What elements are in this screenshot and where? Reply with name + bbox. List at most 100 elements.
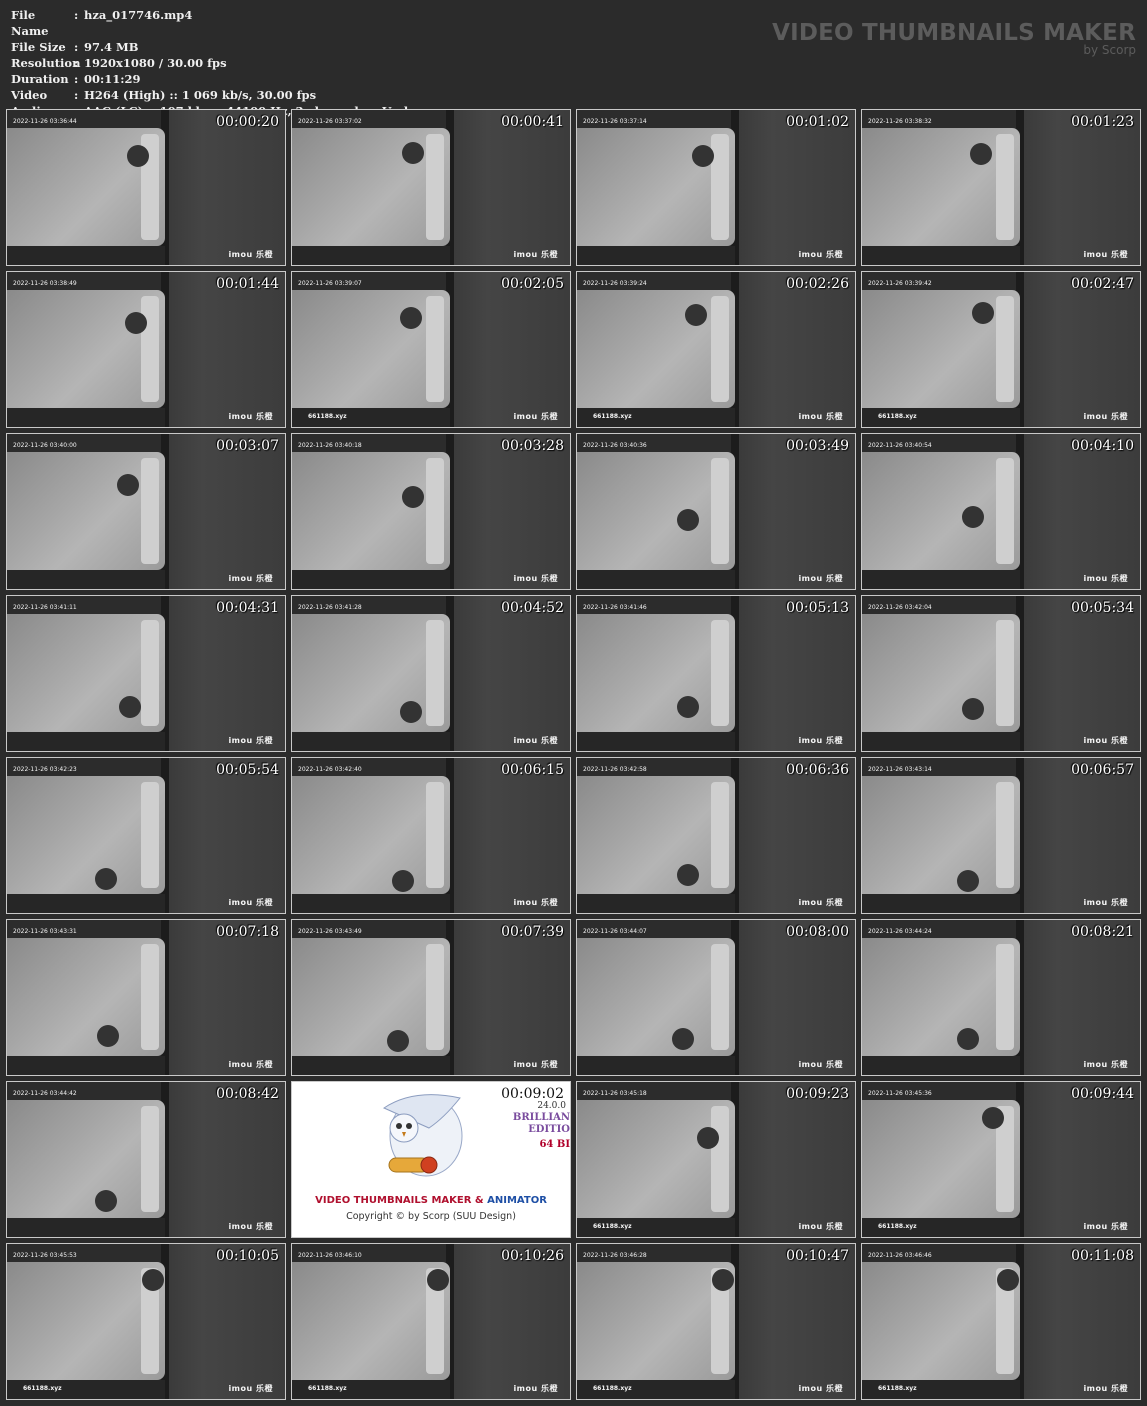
- video-thumbnail[interactable]: 2022-11-26 03:42:23 00:05:54 imou 乐橙: [6, 757, 286, 914]
- video-thumbnail[interactable]: 2022-11-26 03:45:53 00:10:05 imou 乐橙 661…: [6, 1243, 286, 1400]
- timestamp: 00:07:39: [501, 924, 564, 940]
- video-thumbnail[interactable]: 2022-11-26 03:38:49 00:01:44 imou 乐橙: [6, 271, 286, 428]
- watermark: 661188.xyz: [878, 413, 917, 420]
- video-thumbnail[interactable]: 2022-11-26 03:43:31 00:07:18 imou 乐橙: [6, 919, 286, 1076]
- video-thumbnail[interactable]: 2022-11-26 03:41:46 00:05:13 imou 乐橙: [576, 595, 856, 752]
- video-thumbnail[interactable]: 2022-11-26 03:40:54 00:04:10 imou 乐橙: [861, 433, 1141, 590]
- camera-timestamp: 2022-11-26 03:42:40: [298, 766, 362, 773]
- camera-brand: imou 乐橙: [513, 250, 558, 259]
- floor: [577, 732, 735, 751]
- floor: [292, 732, 450, 751]
- camera-timestamp: 2022-11-26 03:37:02: [298, 118, 362, 125]
- person-silhouette: [712, 1269, 734, 1291]
- wall: [1022, 434, 1140, 589]
- person-silhouette: [392, 870, 414, 892]
- floor: [292, 1056, 450, 1075]
- timestamp: 00:08:21: [1071, 924, 1134, 940]
- wall: [452, 434, 570, 589]
- wall: [452, 110, 570, 265]
- meta-key: Duration: [11, 72, 69, 86]
- floor: [7, 1218, 165, 1237]
- video-thumbnail[interactable]: 2022-11-26 03:39:42 00:02:47 imou 乐橙 661…: [861, 271, 1141, 428]
- video-thumbnail[interactable]: 2022-11-26 03:37:14 00:01:02 imou 乐橙: [576, 109, 856, 266]
- person-silhouette: [142, 1269, 164, 1291]
- bed: [577, 452, 735, 570]
- floor: [292, 894, 450, 913]
- bed: [577, 776, 735, 894]
- video-thumbnail[interactable]: 2022-11-26 03:42:04 00:05:34 imou 乐橙: [861, 595, 1141, 752]
- meta-key: Resolution: [11, 56, 81, 70]
- bed: [862, 128, 1020, 246]
- camera-timestamp: 2022-11-26 03:45:36: [868, 1090, 932, 1097]
- video-thumbnail[interactable]: 2022-11-26 03:37:02 00:00:41 imou 乐橙: [291, 109, 571, 266]
- video-thumbnail[interactable]: 2022-11-26 03:39:24 00:02:26 imou 乐橙 661…: [576, 271, 856, 428]
- camera-brand: imou 乐橙: [1083, 898, 1128, 907]
- wall: [1022, 272, 1140, 427]
- wall: [737, 758, 855, 913]
- timestamp: 00:03:28: [501, 438, 564, 454]
- video-thumbnail[interactable]: 2022-11-26 03:46:46 00:11:08 imou 乐橙 661…: [861, 1243, 1141, 1400]
- video-thumbnail[interactable]: 2022-11-26 03:43:14 00:06:57 imou 乐橙: [861, 757, 1141, 914]
- floor: [577, 246, 735, 265]
- video-thumbnail[interactable]: 2022-11-26 03:46:28 00:10:47 imou 乐橙 661…: [576, 1243, 856, 1400]
- promo-title-part: VIDEO THUMBNAILS MAKER: [315, 1195, 472, 1206]
- video-thumbnail[interactable]: 2022-11-26 03:42:40 00:06:15 imou 乐橙: [291, 757, 571, 914]
- video-thumbnail[interactable]: 2022-11-26 03:36:44 00:00:20 imou 乐橙: [6, 109, 286, 266]
- brand-title: VIDEO THUMBNAILS MAKER: [772, 20, 1136, 46]
- wall: [737, 1082, 855, 1237]
- video-thumbnail[interactable]: 2022-11-26 03:44:42 00:08:42 imou 乐橙: [6, 1081, 286, 1238]
- camera-timestamp: 2022-11-26 03:46:10: [298, 1252, 362, 1259]
- bed: [292, 290, 450, 408]
- timestamp: 00:10:26: [501, 1248, 564, 1264]
- video-thumbnail[interactable]: 2022-11-26 03:45:18 00:09:23 imou 乐橙 661…: [576, 1081, 856, 1238]
- wall: [737, 596, 855, 751]
- timestamp: 00:08:42: [216, 1086, 279, 1102]
- video-thumbnail[interactable]: 2022-11-26 03:42:58 00:06:36 imou 乐橙: [576, 757, 856, 914]
- video-thumbnail[interactable]: 2022-11-26 03:41:28 00:04:52 imou 乐橙: [291, 595, 571, 752]
- bed: [7, 1100, 165, 1218]
- video-thumbnail[interactable]: 2022-11-26 03:41:11 00:04:31 imou 乐橙: [6, 595, 286, 752]
- watermark: 661188.xyz: [878, 1223, 917, 1230]
- video-thumbnail[interactable]: 2022-11-26 03:44:07 00:08:00 imou 乐橙: [576, 919, 856, 1076]
- camera-timestamp: 2022-11-26 03:36:44: [13, 118, 77, 125]
- video-thumbnail[interactable]: 2022-11-26 03:46:10 00:10:26 imou 乐橙 661…: [291, 1243, 571, 1400]
- camera-brand: imou 乐橙: [228, 1384, 273, 1393]
- wall: [167, 272, 285, 427]
- floor: [7, 732, 165, 751]
- edition-label: BRILLIAN: [512, 1112, 570, 1123]
- bed: [862, 614, 1020, 732]
- camera-brand: imou 乐橙: [1083, 1222, 1128, 1231]
- video-thumbnail[interactable]: 2022-11-26 03:40:00 00:03:07 imou 乐橙: [6, 433, 286, 590]
- person-silhouette: [692, 145, 714, 167]
- bed: [292, 452, 450, 570]
- wall: [1022, 110, 1140, 265]
- meta-row: Duration:00:11:29: [11, 71, 408, 87]
- camera-brand: imou 乐橙: [1083, 574, 1128, 583]
- bed: [292, 938, 450, 1056]
- meta-row: File Size:97.4 MB: [11, 39, 408, 55]
- timestamp: 00:03:07: [216, 438, 279, 454]
- bed: [577, 128, 735, 246]
- watermark: 661188.xyz: [593, 1385, 632, 1392]
- timestamp: 00:09:44: [1071, 1086, 1134, 1102]
- wall: [1022, 1244, 1140, 1399]
- video-thumbnail[interactable]: 2022-11-26 03:40:36 00:03:49 imou 乐橙: [576, 433, 856, 590]
- video-thumbnail[interactable]: 2022-11-26 03:38:32 00:01:23 imou 乐橙: [861, 109, 1141, 266]
- meta-value: 1920x1080 / 30.00 fps: [84, 56, 227, 70]
- video-thumbnail[interactable]: 2022-11-26 03:44:24 00:08:21 imou 乐橙: [861, 919, 1141, 1076]
- camera-timestamp: 2022-11-26 03:40:18: [298, 442, 362, 449]
- video-thumbnail[interactable]: 2022-11-26 03:43:49 00:07:39 imou 乐橙: [291, 919, 571, 1076]
- camera-brand: imou 乐橙: [798, 898, 843, 907]
- person-silhouette: [400, 701, 422, 723]
- video-thumbnail[interactable]: 2022-11-26 03:45:36 00:09:44 imou 乐橙 661…: [861, 1081, 1141, 1238]
- floor: [7, 246, 165, 265]
- camera-timestamp: 2022-11-26 03:39:42: [868, 280, 932, 287]
- person-silhouette: [95, 868, 117, 890]
- camera-timestamp: 2022-11-26 03:39:24: [583, 280, 647, 287]
- person-silhouette: [387, 1030, 409, 1052]
- camera-timestamp: 2022-11-26 03:41:46: [583, 604, 647, 611]
- video-thumbnail[interactable]: 2022-11-26 03:39:07 00:02:05 imou 乐橙 661…: [291, 271, 571, 428]
- meta-separator: :: [74, 40, 79, 54]
- timestamp: 00:07:18: [216, 924, 279, 940]
- video-thumbnail[interactable]: 2022-11-26 03:40:18 00:03:28 imou 乐橙: [291, 433, 571, 590]
